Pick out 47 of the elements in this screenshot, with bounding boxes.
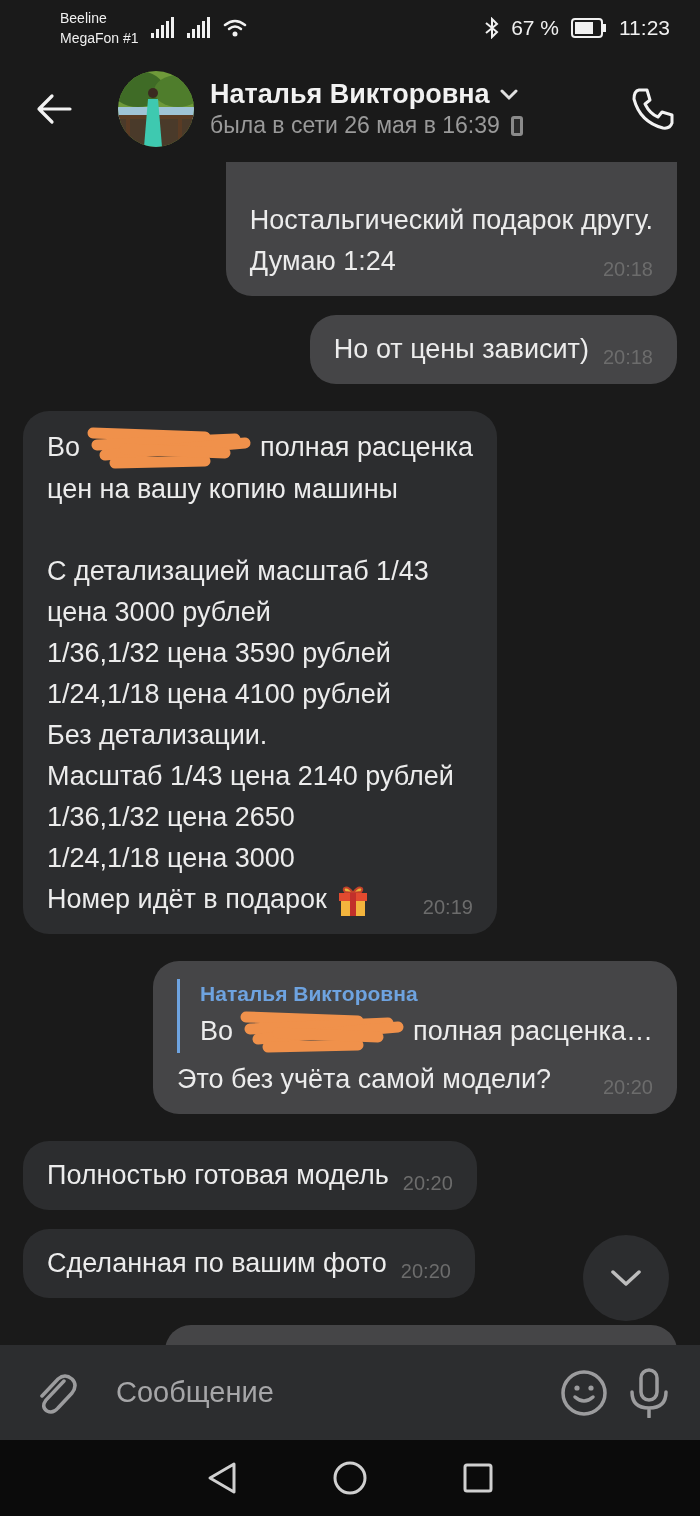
message-text: 1/36,1/32 цена 3590 рублей	[47, 638, 391, 668]
contact-name[interactable]: Наталья Викторовна	[210, 79, 490, 110]
carrier-name: MegaFon #1	[60, 29, 139, 48]
signal-icon	[186, 17, 211, 39]
message-text: 1/36,1/32 цена 2650	[47, 802, 295, 832]
message-time: 20:19	[422, 895, 473, 920]
message-time: 20:20	[402, 1171, 453, 1196]
last-seen-status: была в сети 26 мая в 16:39	[210, 112, 500, 139]
wifi-icon	[222, 18, 249, 38]
message-text: Ностальгический подарок другу.	[249, 205, 653, 235]
phone-device-icon	[509, 114, 524, 137]
clock: 11:23	[619, 16, 670, 40]
message-text: Сделанная по вашим фото	[47, 1247, 387, 1280]
recents-nav-icon[interactable]	[463, 1463, 493, 1493]
message-composer[interactable]: Сообщение	[0, 1345, 700, 1440]
message-text: Без детализации.	[47, 720, 268, 750]
chevron-down-icon[interactable]	[499, 88, 518, 101]
message-text: 1/24,1/18 цена 4100 рублей	[47, 679, 391, 709]
call-icon[interactable]	[630, 86, 676, 132]
battery-percent: 67 %	[511, 16, 559, 40]
quote-author: Наталья Викторовна	[200, 981, 419, 1007]
message-text: Во	[47, 430, 81, 464]
message-input[interactable]: Сообщение	[98, 1367, 540, 1418]
message-text: С детализацией масштаб 1/43	[47, 556, 429, 586]
message-text: цена 3000 рублей	[47, 597, 271, 627]
message-text: полная расценка…	[413, 1014, 653, 1048]
emoji-icon[interactable]	[560, 1368, 608, 1417]
quoted-message[interactable]: Наталья Викторовна Во полная расценка…	[177, 979, 653, 1053]
message-text: полная расценка	[260, 430, 473, 464]
chevron-down-icon	[610, 1269, 642, 1287]
message-text: Полностью готовая модель	[47, 1159, 389, 1192]
message-time: 20:20	[400, 1259, 451, 1284]
home-nav-icon[interactable]	[333, 1461, 367, 1495]
message-text: Думаю 1:24	[249, 245, 396, 278]
message-text: Масштаб 1/43 цена 2140 рублей	[47, 761, 454, 791]
message-text: Во	[200, 1014, 234, 1048]
microphone-icon[interactable]	[628, 1367, 670, 1418]
message-text: Но от цены зависит)	[333, 333, 589, 366]
battery-icon	[571, 18, 607, 38]
message-text: Это без учёта самой модели?	[177, 1063, 552, 1096]
back-nav-icon[interactable]	[207, 1461, 237, 1495]
bluetooth-icon	[485, 17, 500, 39]
message-text: Номер идёт в подарок	[47, 883, 327, 916]
signal-icon	[150, 17, 175, 39]
carrier-name: Beeline	[60, 9, 108, 28]
message-text: цен на вашу копию машины	[47, 474, 398, 504]
message-text: 1/24,1/18 цена 3000	[47, 843, 295, 873]
